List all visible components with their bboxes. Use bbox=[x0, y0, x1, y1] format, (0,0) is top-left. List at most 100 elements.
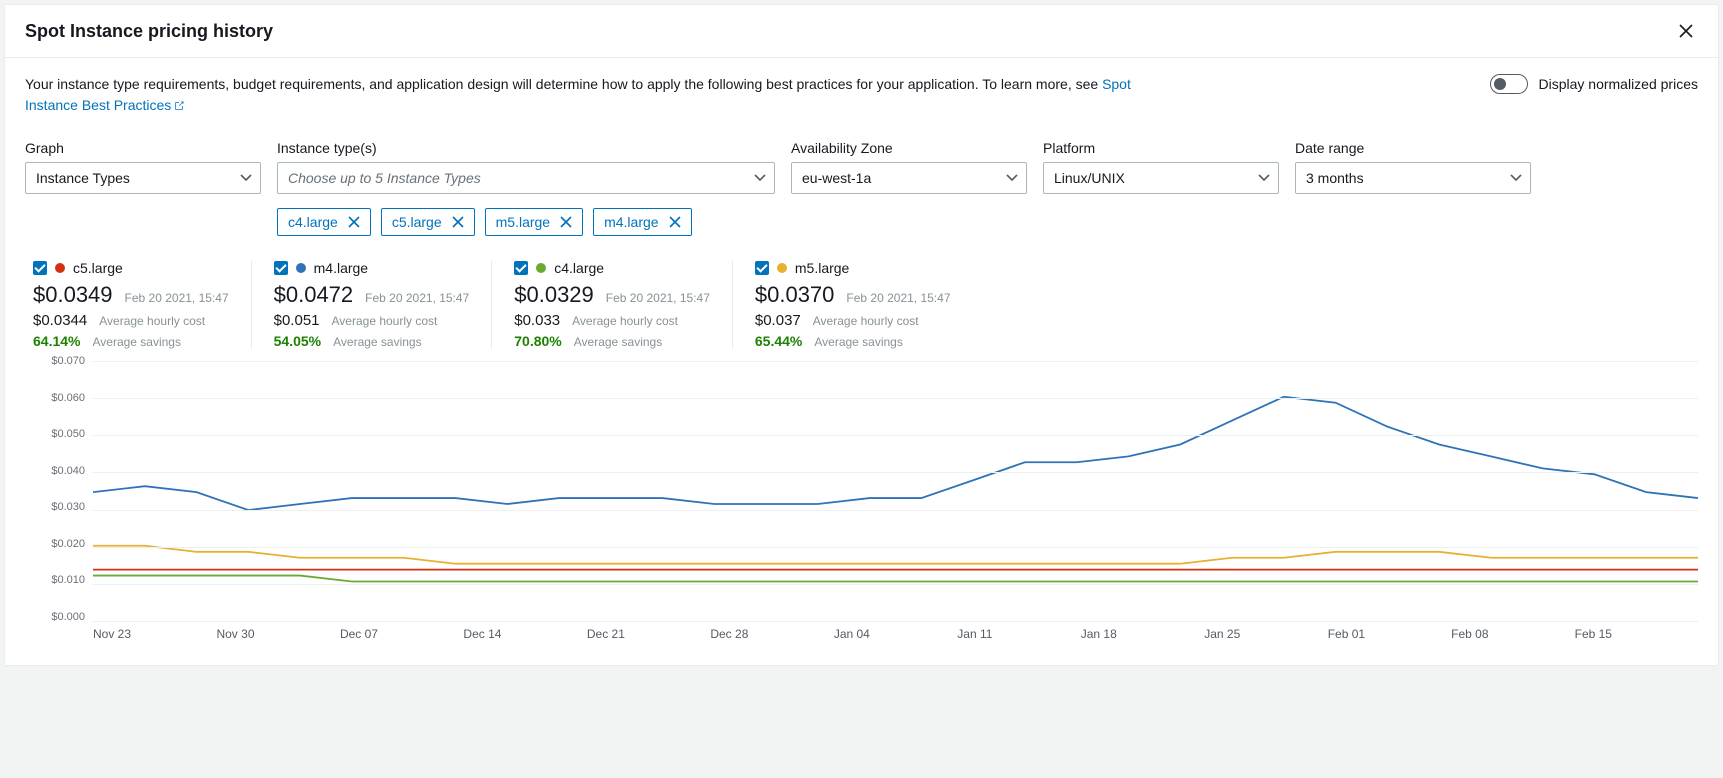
avg-savings-label: Average savings bbox=[574, 335, 663, 349]
avg-price-label: Average hourly cost bbox=[572, 314, 678, 328]
chip-m4-large[interactable]: m4.large bbox=[593, 208, 691, 236]
series-name: m4.large bbox=[314, 260, 368, 276]
grid-line bbox=[93, 398, 1698, 399]
close-button[interactable] bbox=[1674, 19, 1698, 43]
panel-body: Your instance type requirements, budget … bbox=[5, 58, 1718, 665]
series-checkbox[interactable] bbox=[274, 261, 288, 275]
series-checkbox[interactable] bbox=[514, 261, 528, 275]
az-select[interactable]: eu-west-1a bbox=[791, 162, 1027, 194]
avg-price-label: Average hourly cost bbox=[99, 314, 205, 328]
series-line-c4-large bbox=[93, 576, 1698, 582]
chip-label: m4.large bbox=[604, 214, 658, 230]
normalized-prices-toggle[interactable] bbox=[1490, 74, 1528, 94]
series-checkbox[interactable] bbox=[33, 261, 47, 275]
chips-row: c4.large c5.large m5.large m4.large bbox=[277, 208, 775, 236]
price-timestamp: Feb 20 2021, 15:47 bbox=[365, 291, 469, 305]
grid-line bbox=[93, 361, 1698, 362]
grid-line bbox=[93, 472, 1698, 473]
chart-area: $0.000$0.010$0.020$0.030$0.040$0.050$0.0… bbox=[25, 361, 1698, 641]
grid-line bbox=[93, 547, 1698, 548]
graph-value: Instance Types bbox=[36, 170, 130, 186]
chip-c5-large[interactable]: c5.large bbox=[381, 208, 475, 236]
toggle-label: Display normalized prices bbox=[1538, 76, 1698, 92]
az-group: Availability Zone eu-west-1a bbox=[791, 140, 1027, 194]
summary-card-m5-large: m5.large $0.0370 Feb 20 2021, 15:47 $0.037 A… bbox=[733, 260, 973, 349]
current-price: $0.0472 bbox=[274, 282, 354, 308]
summary-card-c4-large: c4.large$0.0329Feb 20 2021, 15:47$0.033A… bbox=[492, 260, 733, 349]
series-line-m4-large bbox=[93, 397, 1698, 510]
series-color-dot bbox=[55, 263, 65, 273]
chip-remove-icon[interactable] bbox=[669, 216, 681, 228]
y-tick: $0.030 bbox=[25, 501, 85, 513]
intro-row: Your instance type requirements, budget … bbox=[25, 74, 1698, 116]
current-price: $0.0349 bbox=[33, 282, 113, 308]
y-tick: $0.050 bbox=[25, 428, 85, 440]
instance-types-label: Instance type(s) bbox=[277, 140, 775, 156]
close-icon bbox=[1679, 24, 1693, 38]
avg-price-label: Average hourly cost bbox=[813, 314, 919, 328]
chip-c4-large[interactable]: c4.large bbox=[277, 208, 371, 236]
avg-savings: 65.44% bbox=[755, 333, 802, 349]
avg-price: $0.037 bbox=[755, 312, 801, 329]
avg-savings-label: Average savings bbox=[814, 335, 903, 349]
avg-savings: 70.80% bbox=[514, 333, 561, 349]
spot-pricing-panel: Spot Instance pricing history Your insta… bbox=[4, 4, 1719, 666]
chip-label: c4.large bbox=[288, 214, 338, 230]
chevron-down-icon bbox=[1510, 174, 1522, 182]
series-checkbox[interactable] bbox=[755, 261, 769, 275]
platform-group: Platform Linux/UNIX bbox=[1043, 140, 1279, 194]
instance-types-group: Instance type(s) Choose up to 5 Instance… bbox=[277, 140, 775, 236]
y-axis-ticks: $0.000$0.010$0.020$0.030$0.040$0.050$0.0… bbox=[25, 361, 85, 617]
series-name: m5.large bbox=[795, 260, 849, 276]
instance-types-select[interactable]: Choose up to 5 Instance Types bbox=[277, 162, 775, 194]
y-tick: $0.040 bbox=[25, 465, 85, 477]
y-tick: $0.060 bbox=[25, 392, 85, 404]
avg-savings: 54.05% bbox=[274, 333, 321, 349]
y-tick: $0.000 bbox=[25, 611, 85, 623]
current-price: $0.0329 bbox=[514, 282, 594, 308]
date-range-select[interactable]: 3 months bbox=[1295, 162, 1531, 194]
avg-price-label: Average hourly cost bbox=[332, 314, 438, 328]
summary-card-c5-large: c5.large $0.0349 Feb 20 2021, 15:47 $0.0344… bbox=[25, 260, 252, 349]
instance-types-placeholder: Choose up to 5 Instance Types bbox=[288, 170, 481, 186]
platform-value: Linux/UNIX bbox=[1054, 170, 1125, 186]
controls-row: Graph Instance Types Instance type(s) Ch… bbox=[25, 140, 1698, 236]
series-name: c5.large bbox=[73, 260, 123, 276]
platform-select[interactable]: Linux/UNIX bbox=[1043, 162, 1279, 194]
panel-header: Spot Instance pricing history bbox=[5, 5, 1718, 58]
chevron-down-icon bbox=[1006, 174, 1018, 182]
y-tick: $0.010 bbox=[25, 574, 85, 586]
current-price: $0.0370 bbox=[755, 282, 835, 308]
date-range-value: 3 months bbox=[1306, 170, 1364, 186]
chip-label: c5.large bbox=[392, 214, 442, 230]
grid-line bbox=[93, 510, 1698, 511]
series-color-dot bbox=[777, 263, 787, 273]
chevron-down-icon bbox=[240, 174, 252, 182]
intro-prefix: Your instance type requirements, budget … bbox=[25, 76, 1102, 92]
grid-line bbox=[93, 584, 1698, 585]
intro-text: Your instance type requirements, budget … bbox=[25, 74, 1145, 116]
price-timestamp: Feb 20 2021, 15:47 bbox=[606, 291, 710, 305]
graph-select[interactable]: Instance Types bbox=[25, 162, 261, 194]
series-line-m5-large bbox=[93, 546, 1698, 564]
avg-price: $0.051 bbox=[274, 312, 320, 329]
chip-remove-icon[interactable] bbox=[452, 216, 464, 228]
date-range-label: Date range bbox=[1295, 140, 1531, 156]
plot[interactable] bbox=[93, 361, 1698, 621]
date-range-group: Date range 3 months bbox=[1295, 140, 1531, 194]
chip-m5-large[interactable]: m5.large bbox=[485, 208, 583, 236]
graph-group: Graph Instance Types bbox=[25, 140, 261, 194]
platform-label: Platform bbox=[1043, 140, 1279, 156]
grid-line bbox=[93, 621, 1698, 622]
avg-price: $0.0344 bbox=[33, 312, 87, 329]
chip-remove-icon[interactable] bbox=[560, 216, 572, 228]
chip-label: m5.large bbox=[496, 214, 550, 230]
chevron-down-icon bbox=[754, 174, 766, 182]
avg-savings: 64.14% bbox=[33, 333, 80, 349]
normalized-prices-toggle-wrap: Display normalized prices bbox=[1490, 74, 1698, 94]
series-name: c4.large bbox=[554, 260, 604, 276]
price-timestamp: Feb 20 2021, 15:47 bbox=[125, 291, 229, 305]
avg-savings-label: Average savings bbox=[333, 335, 422, 349]
price-timestamp: Feb 20 2021, 15:47 bbox=[846, 291, 950, 305]
chip-remove-icon[interactable] bbox=[348, 216, 360, 228]
